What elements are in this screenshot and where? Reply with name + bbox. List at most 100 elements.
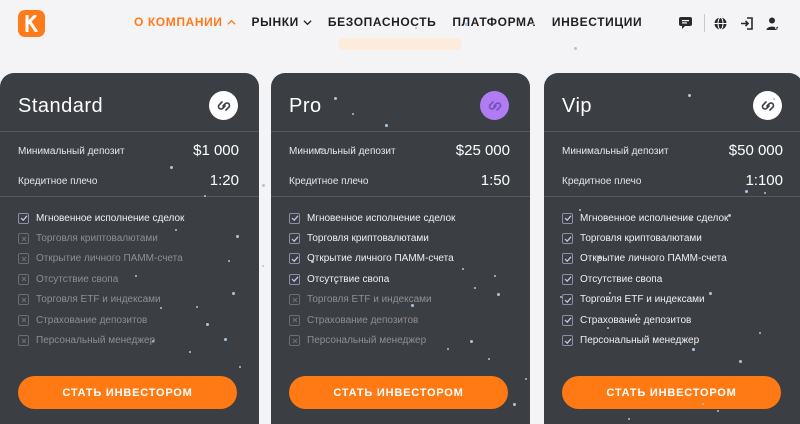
feature-list: Мгновенное исполнение сделок Торговля кри… [289, 208, 455, 351]
header-divider [704, 14, 705, 32]
feature-label: Отсутствие свопа [36, 273, 119, 285]
min-deposit-value: $25 000 [455, 142, 510, 159]
nav-item-label: ИНВЕСТИЦИИ [551, 15, 643, 29]
feature-label: Отсутствие свопа [580, 273, 663, 285]
main-nav: О КОМПАНИИ РЫНКИ БЕЗОПАСНОСТЬ ПЛАТФОРМА … [134, 15, 642, 29]
plan-title: Standard [18, 95, 104, 117]
chat-icon[interactable] [676, 14, 694, 32]
leverage-label: Кредитное плечо [18, 176, 98, 187]
chevron-up-icon [226, 19, 236, 25]
feature-label: Персональный менеджер [36, 335, 156, 347]
feature-item: Мгновенное исполнение сделок [18, 208, 184, 228]
particle-dot [494, 275, 496, 277]
leverage-label: Кредитное плечо [289, 176, 369, 187]
feature-item: Страхование депозитов [18, 310, 184, 330]
leverage-value: 1:100 [745, 172, 783, 189]
feature-label: Открытие личного ПАММ-счета [580, 253, 727, 265]
particle-dot [574, 47, 577, 50]
particle-dot [525, 378, 527, 380]
feature-item: Мгновенное исполнение сделок [289, 208, 455, 228]
become-investor-button[interactable]: СТАТЬ ИНВЕСТОРОМ [18, 376, 237, 409]
divider [271, 131, 530, 132]
checkmark-icon [562, 335, 573, 347]
checkmark-icon [289, 273, 300, 285]
particle-dot [702, 403, 704, 405]
plan-link-icon [217, 100, 230, 111]
user-icon[interactable] [763, 14, 781, 32]
become-investor-button[interactable]: СТАТЬ ИНВЕСТОРОМ [289, 376, 508, 409]
min-deposit-label: Минимальный депозит [18, 146, 125, 157]
checkmark-icon [289, 233, 300, 245]
cross-icon [289, 294, 300, 306]
nav-item-label: ПЛАТФОРМА [452, 15, 536, 29]
feature-item: Открытие личного ПАММ-счета [562, 249, 728, 269]
divider [271, 196, 530, 197]
feature-label: Страхование депозитов [36, 314, 148, 326]
feature-label: Персональный менеджер [580, 335, 700, 347]
particle-dot [773, 98, 775, 100]
checkmark-icon [562, 212, 573, 224]
feature-label: Торговля криптовалютами [307, 233, 429, 245]
checkmark-icon [562, 253, 573, 265]
cross-icon [289, 314, 300, 326]
cross-icon [18, 253, 29, 265]
login-icon[interactable] [737, 14, 755, 32]
particle-dot [160, 307, 162, 309]
particle-dot [334, 97, 337, 100]
feature-item: Торговля криптовалютами [562, 228, 728, 248]
plan-badge [209, 91, 238, 120]
language-globe-icon[interactable] [711, 14, 729, 32]
feature-label: Мгновенное исполнение сделок [580, 212, 729, 224]
particle-dot [609, 292, 611, 294]
feature-item: Персональный менеджер [289, 330, 455, 350]
feature-item: Торговля криптовалютами [289, 228, 455, 248]
particle-dot [579, 209, 581, 211]
min-deposit-value: $50 000 [728, 142, 783, 159]
nav-item-security[interactable]: БЕЗОПАСНОСТЬ [328, 15, 437, 29]
brand-logo[interactable] [18, 10, 45, 37]
feature-list: Мгновенное исполнение сделок Торговля кри… [18, 208, 184, 351]
feature-item: Отсутствие свопа [18, 269, 184, 289]
particle-dot [262, 265, 264, 267]
particle-dot [335, 282, 337, 284]
feature-item: Персональный менеджер [562, 330, 728, 350]
particle-dot [239, 366, 241, 368]
particle-dot [411, 304, 414, 307]
cross-icon [18, 233, 29, 245]
particle-dot [189, 351, 191, 353]
feature-label: Открытие личного ПАММ-счета [307, 253, 454, 265]
particle-dot [759, 332, 761, 334]
cross-icon [18, 294, 29, 306]
particle-dot [692, 348, 695, 351]
particle-dot [175, 229, 177, 231]
min-deposit-value: $1 000 [193, 142, 239, 159]
particle-dot [311, 260, 314, 263]
feature-label: Страхование депозитов [307, 314, 419, 326]
chevron-down-icon [303, 19, 312, 25]
particle-dot [709, 292, 712, 295]
nav-item-about[interactable]: О КОМПАНИИ [134, 15, 236, 29]
plan-title: Vip [562, 95, 593, 117]
plan-title: Pro [289, 95, 322, 117]
min-deposit-label: Минимальный депозит [562, 146, 669, 157]
checkmark-icon [562, 273, 573, 285]
particle-dot [728, 214, 731, 217]
plan-card-standard: Standard Минимальный депозит $1 000 Кред… [0, 73, 259, 424]
particle-dot [352, 113, 354, 115]
leverage-value: 1:20 [209, 172, 239, 189]
nav-item-label: О КОМПАНИИ [134, 15, 223, 29]
feature-label: Торговля криптовалютами [580, 233, 702, 245]
particle-dot [262, 184, 265, 187]
nav-item-markets[interactable]: РЫНКИ [252, 15, 312, 29]
become-investor-button[interactable]: СТАТЬ ИНВЕСТОРОМ [562, 376, 781, 409]
leverage-value: 1:50 [480, 172, 510, 189]
particle-dot [236, 235, 239, 238]
nav-item-investments[interactable]: ИНВЕСТИЦИИ [552, 15, 642, 29]
nav-item-platform[interactable]: ПЛАТФОРМА [452, 15, 535, 29]
feature-label: Персональный менеджер [307, 335, 427, 347]
divider [0, 196, 259, 197]
feature-item: Отсутствие свопа [562, 269, 728, 289]
feature-item: Торговля ETF и индексами [562, 290, 728, 310]
particle-dot [497, 293, 500, 296]
particle-dot [474, 287, 476, 289]
